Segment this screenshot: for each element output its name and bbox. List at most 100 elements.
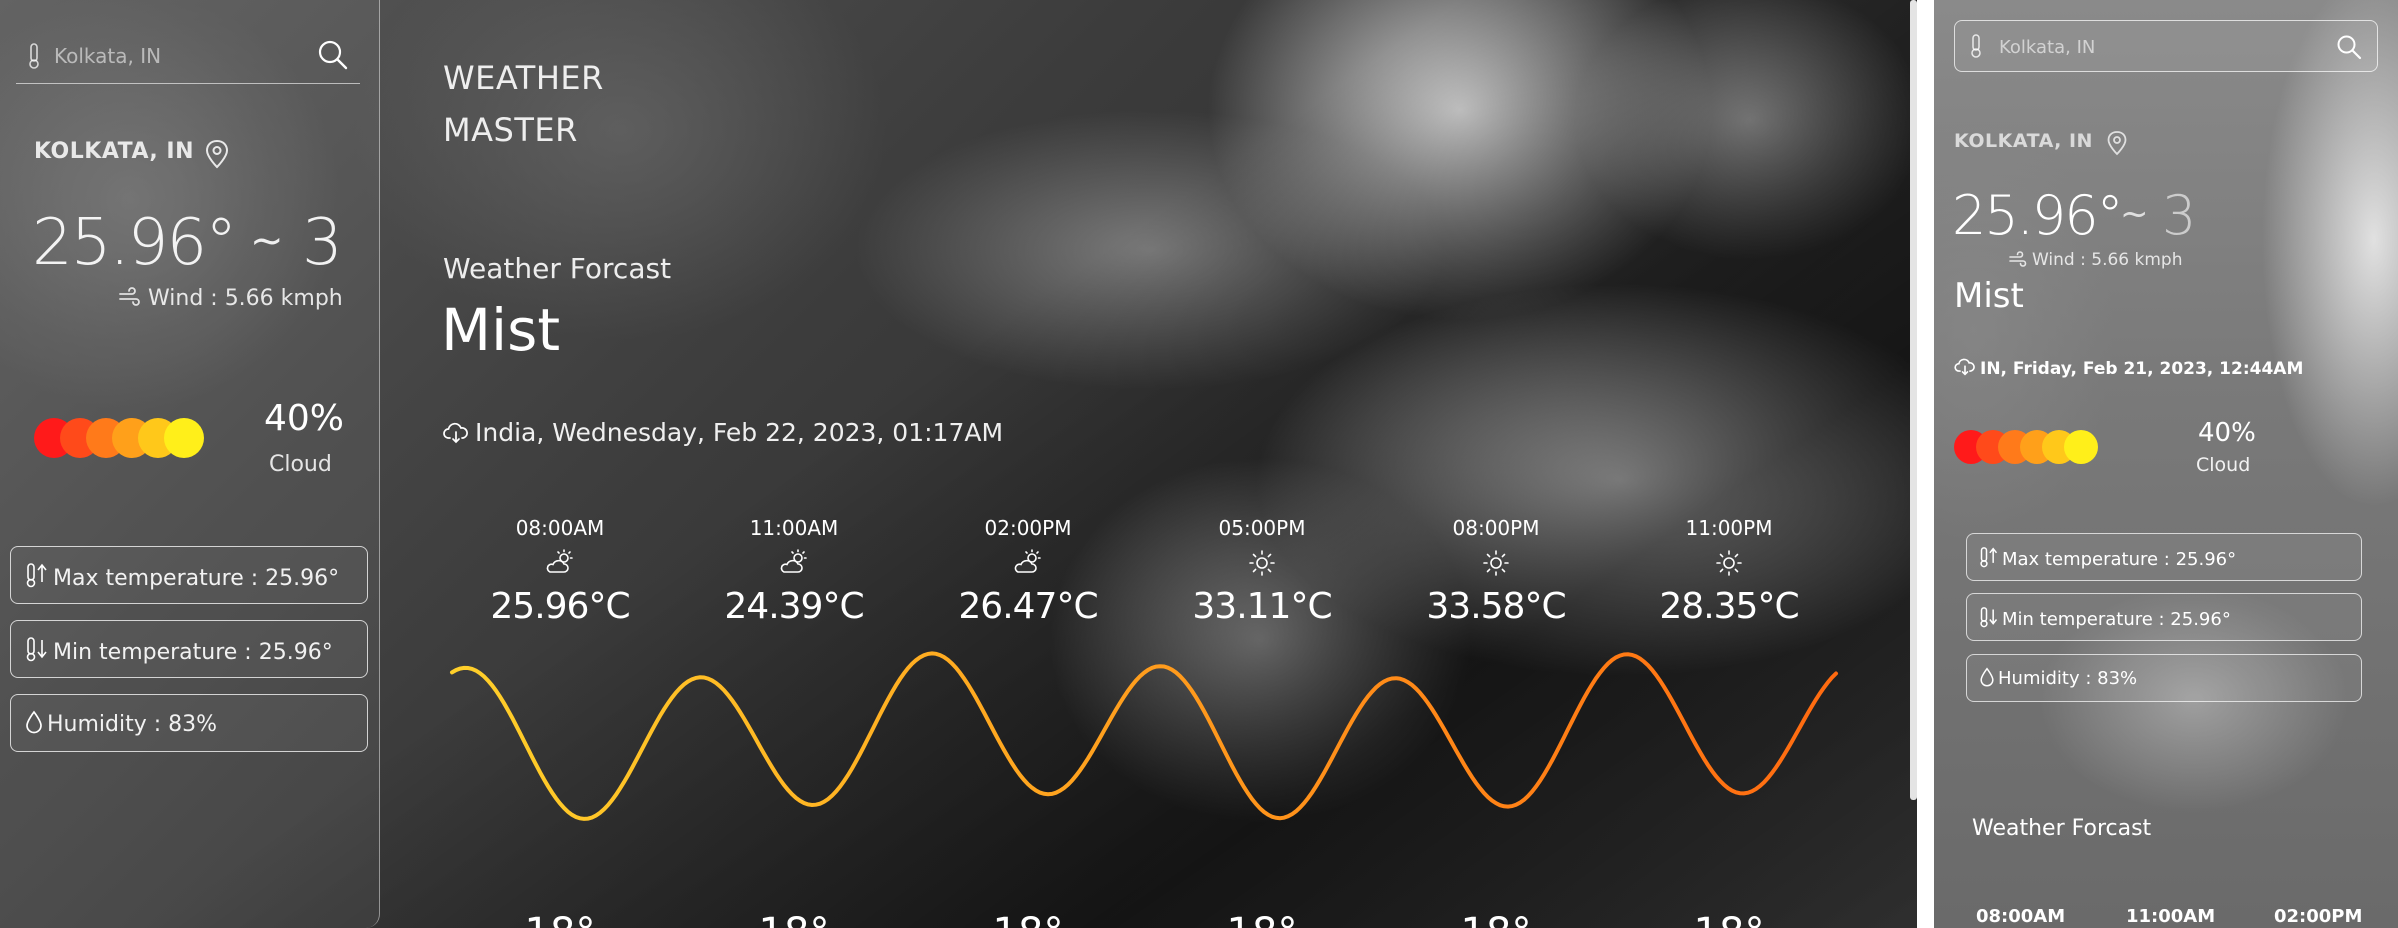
forecast-label: Weather Forcast — [1972, 816, 2152, 841]
partly-cloudy-icon — [480, 548, 640, 578]
hour-time: 11:00PM — [1685, 516, 1773, 540]
app-title: WEATHER MASTER — [443, 52, 604, 156]
hour-column: 02:00PM 26.47°C — [948, 516, 1108, 627]
hour-column: 11:00AM 24.39°C — [714, 516, 874, 627]
max-temperature-pill: Max temperature : 25.96° — [10, 546, 368, 604]
cloud-label: Cloud — [2196, 454, 2251, 476]
thermometer-up-icon — [25, 562, 49, 594]
wind-info: Wind : 5.66 kmph — [2008, 250, 2183, 272]
droplet-icon — [1979, 667, 1995, 692]
feels-value: 3 — [302, 206, 343, 280]
partial-value: 18° — [1182, 910, 1342, 928]
hour-time: 11:00AM — [749, 516, 839, 540]
thermometer-down-icon — [1979, 606, 1999, 633]
search-icon[interactable] — [2335, 33, 2363, 65]
thermometer-icon — [26, 42, 42, 74]
search-input[interactable] — [54, 40, 314, 72]
min-temperature-pill: Min temperature : 25.96° — [1966, 593, 2362, 641]
app-title-line-2: MASTER — [443, 111, 578, 149]
wind-icon — [2008, 251, 2028, 272]
feels-value: 3 — [2162, 184, 2197, 247]
hour-column: 08:00PM 33.58°C — [1416, 516, 1576, 627]
location-name: KOLKATA, IN — [1954, 130, 2093, 152]
location-pin-icon[interactable] — [204, 139, 230, 173]
hour-label: 11:00AM — [2126, 906, 2216, 927]
date-time: India, Wednesday, Feb 22, 2023, 01:17AM — [443, 418, 1003, 450]
hour-column: 05:00PM 33.11°C — [1182, 516, 1342, 627]
partial-value: 18° — [480, 910, 640, 928]
current-temperature: 25.96° — [32, 206, 237, 280]
hour-temperature: 33.58°C — [1426, 586, 1566, 627]
location-name: KOLKATA, IN — [34, 139, 194, 164]
cloud-download-icon — [1954, 358, 1976, 381]
humidity-text: Humidity : 83% — [47, 712, 218, 737]
hour-temperature: 24.39°C — [724, 586, 864, 627]
hour-column: 11:00PM 28.35°C — [1649, 516, 1809, 627]
partial-value: 18° — [714, 910, 874, 928]
desktop-view: KOLKATA, IN 25.96° ~ 3 Wind : 5.66 kmph … — [0, 0, 1917, 928]
search-icon[interactable] — [316, 38, 350, 76]
droplet-icon — [25, 710, 43, 740]
cloud-label: Cloud — [269, 452, 332, 477]
cloud-percent: 40% — [2198, 418, 2256, 448]
max-temperature-pill: Max temperature : 25.96° — [1966, 533, 2362, 581]
scrollbar[interactable] — [1910, 0, 1917, 800]
weather-condition: Mist — [441, 296, 561, 364]
hour-label: 02:00PM — [2274, 906, 2363, 927]
hour-temperature: 26.47°C — [958, 586, 1098, 627]
hour-time: 08:00PM — [1452, 516, 1540, 540]
cloud-download-icon — [443, 421, 469, 450]
search-bar — [16, 28, 360, 84]
thermometer-icon — [1969, 33, 1983, 63]
sun-icon — [1416, 548, 1576, 578]
partial-value: 18° — [1416, 910, 1576, 928]
app-title-line-1: WEATHER — [443, 59, 604, 97]
max-temperature-text: Max temperature : 25.96° — [2002, 549, 2237, 570]
hour-time: 05:00PM — [1218, 516, 1306, 540]
min-temperature-pill: Min temperature : 25.96° — [10, 620, 368, 678]
cloud-percent: 40% — [264, 398, 345, 439]
wind-info: Wind : 5.66 kmph — [118, 286, 343, 313]
thermometer-down-icon — [25, 636, 49, 668]
thermometer-up-icon — [1979, 546, 1999, 573]
mobile-search-bar — [1954, 20, 2378, 72]
hour-time: 08:00AM — [515, 516, 605, 540]
hour-time: 02:00PM — [984, 516, 1072, 540]
date-time-text: India, Wednesday, Feb 22, 2023, 01:17AM — [475, 418, 1004, 447]
partly-cloudy-icon — [948, 548, 1108, 578]
hour-label: 08:00AM — [1976, 906, 2066, 927]
date-time-text: IN, Friday, Feb 21, 2023, 12:44AM — [1980, 359, 2304, 379]
humidity-text: Humidity : 83% — [1998, 668, 2138, 689]
min-temperature-text: Min temperature : 25.96° — [53, 640, 333, 665]
current-temperature: 25.96° — [1952, 184, 2124, 247]
cloud-dots — [1954, 430, 2104, 464]
mobile-search-input[interactable] — [1999, 33, 2279, 61]
partly-cloudy-icon — [714, 548, 874, 578]
mobile-view: KOLKATA, IN 25.96° ~ 3 Wind : 5.66 kmph … — [1934, 0, 2398, 928]
humidity-pill: Humidity : 83% — [1966, 654, 2362, 702]
sun-icon — [1182, 548, 1342, 578]
location-pin-icon[interactable] — [2106, 130, 2128, 160]
cloud-level-dot — [164, 418, 204, 458]
approx-symbol: ~ — [250, 218, 284, 264]
wind-text: Wind : 5.66 kmph — [148, 286, 343, 311]
cloud-dots — [34, 418, 204, 458]
wind-text: Wind : 5.66 kmph — [2032, 250, 2183, 270]
approx-symbol: ~ — [2120, 194, 2149, 234]
date-time: IN, Friday, Feb 21, 2023, 12:44AM — [1954, 358, 2303, 381]
wind-icon — [118, 287, 142, 313]
partial-value: 18° — [948, 910, 1108, 928]
hour-temperature: 33.11°C — [1192, 586, 1332, 627]
partial-value: 18° — [1649, 910, 1809, 928]
weather-condition: Mist — [1954, 276, 2024, 316]
min-temperature-text: Min temperature : 25.96° — [2002, 609, 2231, 630]
sun-icon — [1649, 548, 1809, 578]
sidebar: KOLKATA, IN 25.96° ~ 3 Wind : 5.66 kmph … — [0, 0, 380, 928]
cloud-level-dot — [2064, 430, 2098, 464]
forecast-label: Weather Forcast — [443, 252, 672, 285]
hour-temperature: 28.35°C — [1659, 586, 1799, 627]
max-temperature-text: Max temperature : 25.96° — [53, 566, 340, 591]
humidity-pill: Humidity : 83% — [10, 694, 368, 752]
hour-column: 08:00AM 25.96°C — [480, 516, 640, 627]
hour-temperature: 25.96°C — [490, 586, 630, 627]
